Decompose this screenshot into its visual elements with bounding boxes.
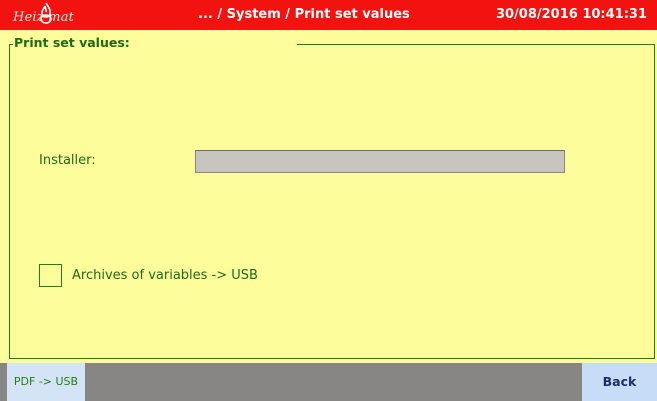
breadcrumb: ... / System / Print set values bbox=[198, 7, 410, 22]
panel-title: Print set values: bbox=[14, 35, 130, 50]
back-button[interactable]: Back bbox=[582, 363, 657, 401]
panel-border-right bbox=[297, 44, 655, 45]
installer-input[interactable] bbox=[195, 150, 565, 173]
archive-usb-label[interactable]: Archives of variables -> USB bbox=[72, 268, 258, 283]
footer-bar bbox=[0, 363, 657, 401]
flame-logo-icon bbox=[40, 2, 52, 24]
archive-usb-checkbox[interactable] bbox=[39, 264, 62, 287]
heizomat-logo: Heiz mat bbox=[5, 2, 95, 27]
title-bar: Heiz mat ... / System / Print set values… bbox=[0, 0, 657, 30]
datetime-display: 30/08/2016 10:41:31 bbox=[495, 7, 647, 22]
print-set-values-panel bbox=[9, 44, 655, 359]
installer-label: Installer: bbox=[39, 153, 96, 168]
pdf-usb-button[interactable]: PDF -> USB bbox=[7, 363, 85, 401]
panel-border-left bbox=[9, 44, 13, 45]
